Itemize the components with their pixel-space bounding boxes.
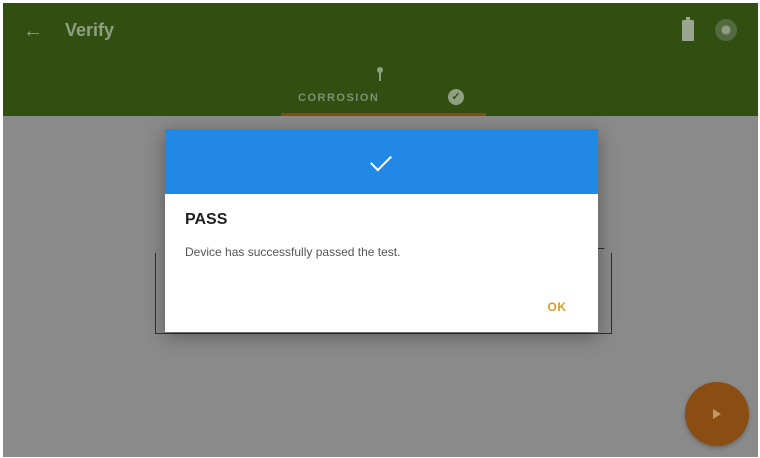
dialog-header [165,129,598,194]
status-dot-icon [715,19,737,41]
check-circle-icon: ✓ [448,89,464,105]
check-icon [370,149,392,172]
dialog-title: PASS [185,211,228,228]
dialog-message: Device has successfully passed the test. [185,245,401,259]
result-dialog: PASS Device has successfully passed the … [165,129,598,332]
app-screen: ← Verify CORROSION ✓ PASS Device has suc… [3,3,758,457]
play-icon [713,409,721,419]
app-bar: ← Verify CORROSION ✓ [3,3,758,116]
key-icon [375,67,385,81]
battery-icon [682,17,694,41]
tab-indicator [281,113,486,116]
tab-corrosion[interactable]: CORROSION [298,92,379,104]
play-button[interactable] [685,382,749,446]
page-title: Verify [65,20,115,40]
arrow-left-icon[interactable]: ← [21,19,45,43]
ok-button[interactable]: OK [537,296,577,318]
